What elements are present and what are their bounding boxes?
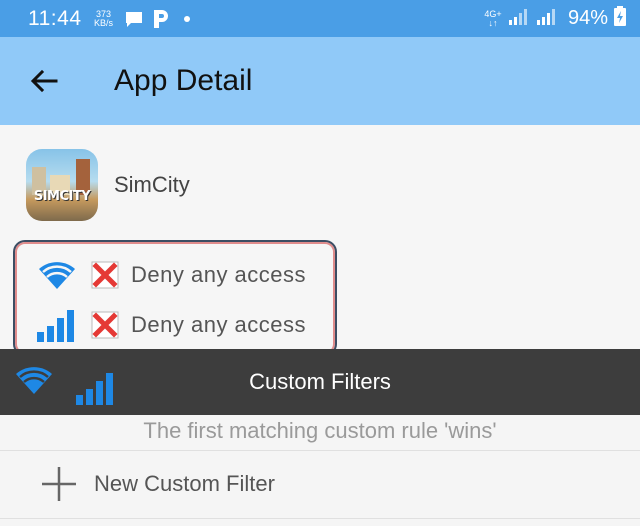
notification-dot-icon (183, 15, 190, 22)
rule-row-cellular[interactable]: Deny any access (35, 308, 306, 342)
page-title: App Detail (114, 64, 253, 97)
message-icon (124, 10, 144, 28)
app-icon: SIMCITY (26, 149, 98, 221)
plus-icon (42, 467, 76, 501)
signal-strength-icon (508, 7, 530, 30)
network-speed-unit: KB/s (93, 17, 113, 28)
rule-action-label: Deny any access (131, 312, 307, 337)
network-speed: 373 KB/s (92, 9, 116, 28)
custom-filters-hint: The first matching custom rule 'wins' (143, 418, 497, 443)
deny-icon[interactable] (91, 311, 119, 339)
back-button[interactable] (0, 37, 88, 125)
custom-filters-header: Custom Filters (0, 349, 640, 415)
app-name: SimCity (114, 172, 190, 197)
deny-icon[interactable] (91, 261, 119, 289)
network-type: 4G+ ↓↑ (484, 9, 502, 28)
app-header: SIMCITY SimCity (26, 149, 190, 221)
new-custom-filter-label: New Custom Filter (94, 471, 275, 496)
cellular-icon (35, 308, 79, 342)
wifi-icon (35, 258, 79, 292)
battery-charging-icon (614, 6, 626, 31)
status-right: 4G+ ↓↑ 94% (484, 6, 626, 31)
rule-row-wifi[interactable]: Deny any access (35, 258, 306, 292)
app-icon-logo-text: SIMCITY (33, 189, 91, 204)
new-custom-filter-button[interactable]: New Custom Filter (40, 465, 275, 503)
arrow-back-icon (30, 69, 58, 93)
rule-action-label: Deny any access (131, 262, 307, 287)
signal-strength-2-icon (536, 7, 558, 30)
access-rules: Deny any access Deny any access (13, 240, 337, 356)
status-bar: 11:44 373 KB/s 4G+ ↓↑ 94% (0, 0, 640, 37)
app-detail-content: SIMCITY SimCity Deny any access Deny any… (0, 125, 640, 356)
custom-filters-title: Custom Filters (249, 369, 391, 394)
divider (0, 518, 640, 519)
parking-icon (152, 9, 168, 28)
battery-level: 94% (567, 7, 608, 29)
app-bar: App Detail (0, 37, 640, 125)
divider (0, 450, 640, 451)
network-arrows: ↓↑ (488, 17, 498, 28)
status-time: 11:44 (28, 6, 82, 30)
